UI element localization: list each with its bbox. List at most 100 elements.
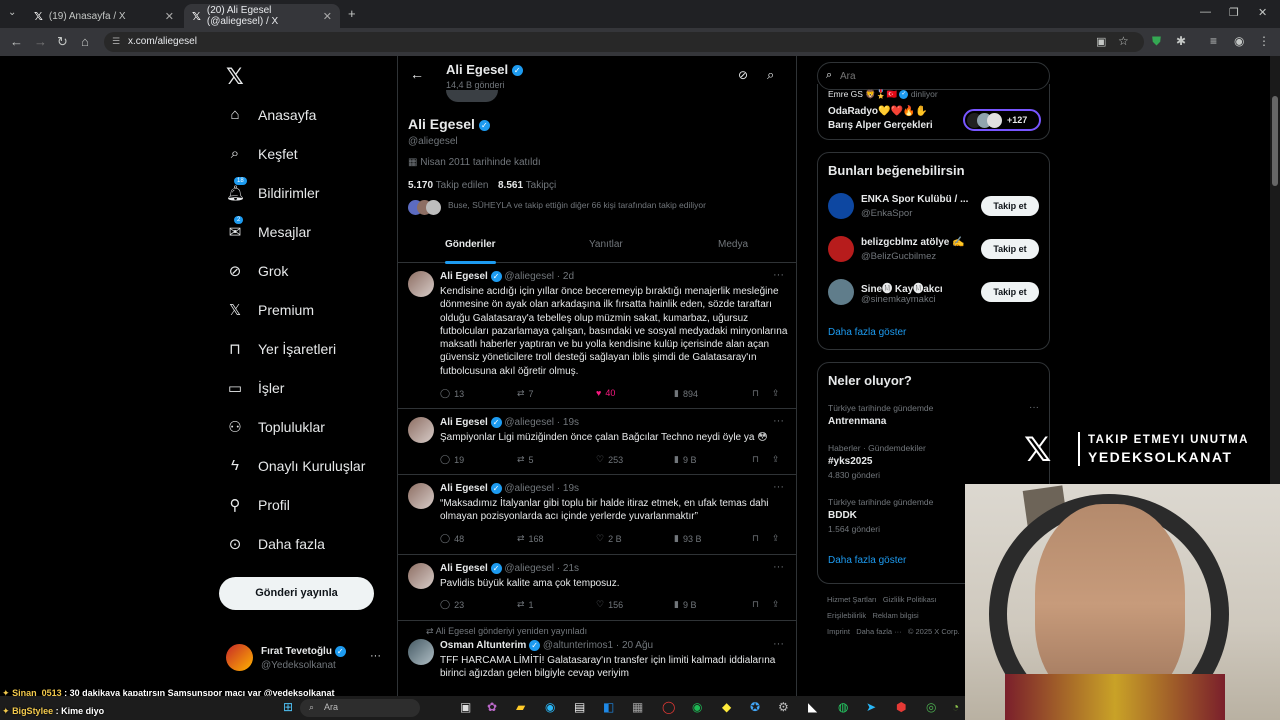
space-listeners[interactable]: +127 xyxy=(963,109,1041,131)
chrome-icon[interactable]: ◎ xyxy=(926,700,936,714)
live-space-card[interactable]: Emre GS 🦁🎖️🇹🇷 ✓ dinliyor OdaRadyo💛❤️🔥✋ B… xyxy=(817,84,1050,140)
restore-icon[interactable]: ❐ xyxy=(1229,6,1239,19)
app-icon[interactable]: ✪ xyxy=(750,700,760,714)
follow-button[interactable]: Takip et xyxy=(981,239,1039,259)
tab-replies[interactable]: Yanıtlar xyxy=(589,239,623,250)
close-icon[interactable]: ✕ xyxy=(323,10,332,23)
window-close-icon[interactable]: ✕ xyxy=(1258,6,1267,19)
nav-item-verified-orgs[interactable]: ϟ Onaylı Kuruluşlar xyxy=(226,457,365,474)
tweet-handle[interactable]: @aliegesel xyxy=(504,271,554,282)
like-button[interactable]: ♡ 2 B xyxy=(596,533,622,544)
profile-icon[interactable]: ◉ xyxy=(1234,34,1244,48)
trend-item[interactable]: Haberler · Gündemdekiler #yks2025 4.830 … xyxy=(828,443,1041,483)
reload-icon[interactable]: ↻ xyxy=(57,34,68,50)
tweet-time[interactable]: · 21s xyxy=(557,563,579,574)
tweet[interactable]: ⇄ Ali Egesel gönderiyi yeniden yayınladı… xyxy=(398,621,796,696)
bookmark-button[interactable]: ⊓ xyxy=(752,454,759,465)
show-more-link[interactable]: Daha fazla göster xyxy=(828,327,906,338)
back-arrow-icon[interactable]: ← xyxy=(10,34,23,49)
avatar[interactable] xyxy=(408,417,434,443)
views-button[interactable]: ▮ 93 B xyxy=(674,533,701,544)
task-view-icon[interactable]: ▣ xyxy=(460,700,471,714)
tweet[interactable]: Ali Egesel ✓ @aliegesel · 19s ··· “Maksa… xyxy=(398,475,796,555)
media-control-icon[interactable]: ≡ xyxy=(1210,34,1217,48)
app-icon[interactable]: ⬢ xyxy=(896,700,906,714)
app-icon[interactable]: ◔ xyxy=(952,700,959,714)
reply-button[interactable]: ◯ 13 xyxy=(440,388,464,399)
avatar[interactable] xyxy=(408,563,434,589)
site-info-icon[interactable]: ☰ xyxy=(112,36,120,47)
browser-menu-icon[interactable]: ⋮ xyxy=(1258,34,1270,48)
windows-start-icon[interactable]: ⊞ xyxy=(283,700,293,714)
share-button[interactable]: ⇪ xyxy=(772,599,780,610)
url-field[interactable]: ☰ x.com/aliegesel xyxy=(104,32,1144,52)
footer-link[interactable]: Hizmet Şartları xyxy=(827,595,877,604)
back-arrow-icon[interactable]: ← xyxy=(410,66,424,82)
tweet[interactable]: Ali Egesel ✓ @aliegesel · 21s ··· Pavlid… xyxy=(398,555,796,621)
nav-item-profile[interactable]: ⚲ Profil xyxy=(226,496,290,514)
tweet-more-icon[interactable]: ··· xyxy=(773,481,784,493)
footer-link[interactable]: Imprint xyxy=(827,627,850,636)
like-button[interactable]: ♥ 40 xyxy=(596,388,615,398)
home-icon[interactable]: ⌂ xyxy=(81,34,89,49)
tweet-more-icon[interactable]: ··· xyxy=(773,415,784,427)
account-more-icon[interactable]: ··· xyxy=(370,650,381,662)
bookmark-button[interactable]: ⊓ xyxy=(752,599,759,610)
nav-item-premium[interactable]: 𝕏 Premium xyxy=(226,301,314,319)
share-button[interactable]: ⇪ xyxy=(772,533,780,544)
copilot-icon[interactable]: ✿ xyxy=(487,700,497,714)
extensions-puzzle-icon[interactable]: ✱ xyxy=(1176,34,1186,48)
tweet-more-icon[interactable]: ··· xyxy=(773,269,784,281)
reply-button[interactable]: ◯ 23 xyxy=(440,599,464,610)
tweet-handle[interactable]: @altunterimos1 xyxy=(543,640,613,651)
footer-link[interactable]: Erişilebilirlik xyxy=(827,611,866,620)
tweet-time[interactable]: · 19s xyxy=(557,483,579,494)
footer-link[interactable]: Reklam bilgisi xyxy=(872,611,918,620)
browser-tab-profile[interactable]: 𝕏 (20) Ali Egesel (@aliegesel) / X ✕ xyxy=(184,4,340,28)
tweet-handle[interactable]: @aliegesel xyxy=(504,563,554,574)
browser-tab-home[interactable]: 𝕏 (19) Anasayfa / X ✕ xyxy=(26,4,182,28)
nav-item-more[interactable]: ⊙ Daha fazla xyxy=(226,535,325,553)
outlook-icon[interactable]: ◧ xyxy=(603,700,614,714)
trend-more-icon[interactable]: ··· xyxy=(1029,402,1039,413)
tweet-author-name[interactable]: Ali Egesel xyxy=(440,563,488,574)
repost-button[interactable]: ⇄ 5 xyxy=(517,454,534,465)
scrollbar-thumb[interactable] xyxy=(1272,96,1278,186)
share-button[interactable]: ⇪ xyxy=(772,388,780,399)
repost-button[interactable]: ⇄ 7 xyxy=(517,388,534,399)
nav-item-explore[interactable]: ⌕ Keşfet xyxy=(226,145,298,162)
tweet-author-name[interactable]: Ali Egesel xyxy=(440,271,488,282)
avatar[interactable] xyxy=(408,639,434,665)
tweet-more-icon[interactable]: ··· xyxy=(773,638,784,650)
tweet-author-name[interactable]: Ali Egesel xyxy=(440,483,488,494)
repost-button[interactable]: ⇄ 1 xyxy=(517,599,534,610)
opera-icon[interactable]: ◯ xyxy=(662,700,675,714)
tab-search-chevron-icon[interactable]: ⌄ xyxy=(8,7,16,18)
minimize-icon[interactable]: — xyxy=(1200,6,1211,18)
bookmark-button[interactable]: ⊓ xyxy=(752,533,759,544)
close-icon[interactable]: ✕ xyxy=(165,10,174,23)
app-icon[interactable]: ▦ xyxy=(632,700,643,714)
edge-icon[interactable]: ◉ xyxy=(545,700,555,714)
bookmark-star-icon[interactable]: ☆ xyxy=(1118,34,1129,48)
nav-item-messages[interactable]: ✉ 2 Mesajlar xyxy=(226,216,311,241)
tweet-author-name[interactable]: Ali Egesel xyxy=(440,417,488,428)
app-icon[interactable]: ◣ xyxy=(808,700,817,714)
like-button[interactable]: ♡ 156 xyxy=(596,599,623,610)
nav-item-grok[interactable]: ⊘ Grok xyxy=(226,262,289,280)
views-button[interactable]: ▮ 9 B xyxy=(674,454,696,465)
avatar[interactable] xyxy=(408,483,434,509)
app-icon[interactable]: ◆ xyxy=(722,700,731,714)
nav-item-notifications[interactable]: 🔔︎ 18 Bildirimler xyxy=(226,177,319,202)
post-button[interactable]: Gönderi yayınla xyxy=(219,577,374,610)
nav-item-communities[interactable]: ⚇ Topluluklar xyxy=(226,418,325,436)
forward-arrow-icon[interactable]: → xyxy=(34,34,47,49)
nav-item-jobs[interactable]: ▭ İşler xyxy=(226,379,285,397)
avatar[interactable] xyxy=(408,271,434,297)
follow-button[interactable]: Takip et xyxy=(981,282,1039,302)
tweet-time[interactable]: · 19s xyxy=(557,417,579,428)
trend-item[interactable]: Türkiye tarihinde gündemde Antrenmana ··… xyxy=(828,402,1041,433)
footer-link[interactable]: Gizlilik Politikası xyxy=(883,595,937,604)
views-button[interactable]: ▮ 9 B xyxy=(674,599,696,610)
taskbar-search[interactable]: ⌕ Ara xyxy=(300,699,420,717)
